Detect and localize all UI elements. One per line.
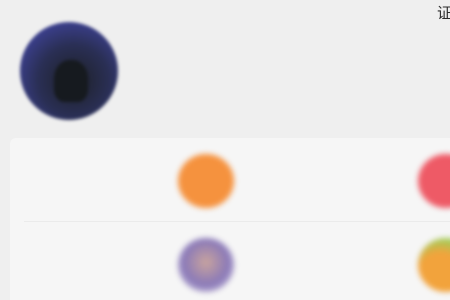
orange-icon	[178, 154, 234, 208]
tile-subtitle	[24, 182, 146, 200]
stat-item[interactable]	[136, 96, 186, 114]
profile-header[interactable]	[0, 0, 450, 132]
stat-item[interactable]	[206, 96, 264, 114]
feature-tile[interactable]	[250, 138, 450, 222]
feature-tile[interactable]	[250, 222, 450, 300]
tile-subtitle	[264, 266, 386, 284]
profile-page: 证	[0, 0, 450, 300]
tile-title	[264, 238, 354, 258]
user-subtitle	[136, 66, 361, 84]
tile-title	[264, 154, 354, 174]
user-name	[136, 30, 226, 56]
orange-green-icon	[418, 238, 450, 292]
red-icon	[418, 154, 450, 208]
tile-title	[24, 238, 114, 258]
tile-title	[24, 154, 114, 174]
feature-tile[interactable]	[10, 138, 240, 222]
avatar-icon	[178, 238, 234, 292]
feature-tile[interactable]	[10, 222, 240, 300]
feature-grid	[10, 138, 450, 300]
avatar[interactable]	[20, 22, 118, 120]
tile-subtitle	[264, 182, 386, 200]
tile-subtitle	[24, 266, 146, 284]
